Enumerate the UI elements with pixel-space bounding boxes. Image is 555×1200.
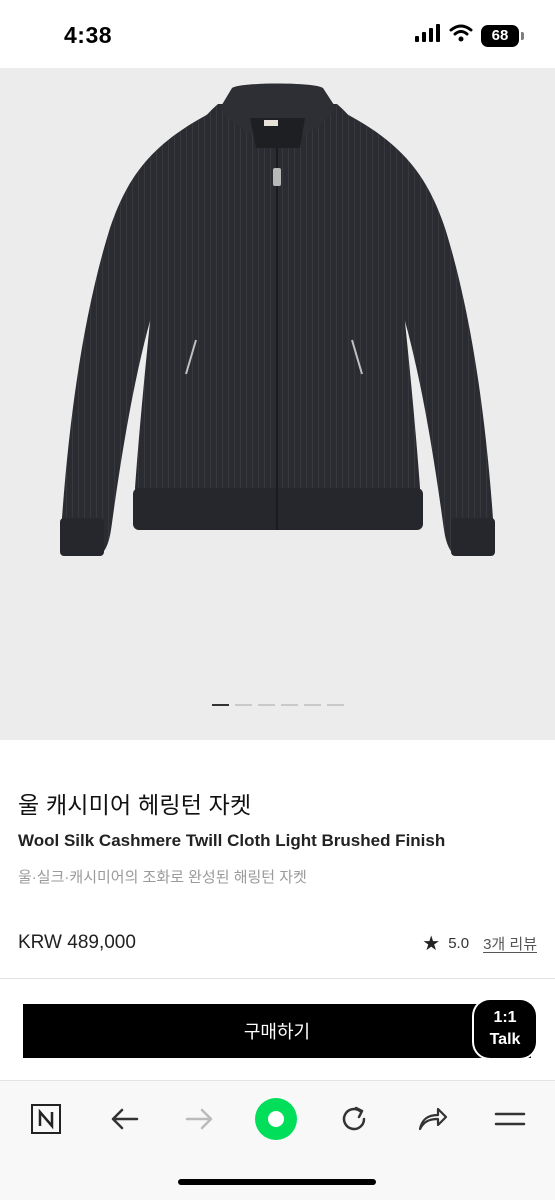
wifi-icon [449, 24, 473, 47]
pagination-dot[interactable] [258, 704, 275, 706]
pagination-dot[interactable] [235, 704, 252, 706]
product-rating: ★ 5.0 3개 리뷰 [422, 931, 537, 956]
product-description: 울·실크·캐시미어의 조화로 완성된 해링턴 자켓 [18, 869, 307, 886]
status-bar: 4:38 68 [0, 0, 555, 68]
battery-icon: 68 [481, 24, 524, 47]
home-indicator[interactable] [178, 1179, 376, 1185]
talk-label-line1: 1:1 [493, 1009, 517, 1026]
product-image-gallery[interactable] [0, 68, 555, 740]
status-icons: 68 [415, 24, 524, 47]
green-dot-icon[interactable] [254, 1097, 298, 1141]
share-icon[interactable] [410, 1097, 454, 1141]
pagination-dot-active[interactable] [212, 704, 229, 706]
divider [0, 978, 555, 979]
star-icon: ★ [422, 933, 441, 955]
menu-icon[interactable] [488, 1097, 532, 1141]
forward-arrow-icon[interactable] [178, 1097, 222, 1141]
battery-level: 68 [491, 27, 509, 44]
back-arrow-icon[interactable] [102, 1097, 146, 1141]
status-time: 4:38 [64, 22, 113, 48]
buy-button[interactable]: 구매하기 [23, 1004, 531, 1058]
pagination-dot[interactable] [281, 704, 298, 706]
rating-value: 5.0 [448, 935, 470, 952]
refresh-icon[interactable] [332, 1097, 376, 1141]
pagination-dot[interactable] [304, 704, 321, 706]
image-pagination [212, 704, 344, 706]
talk-label-line2: Talk [489, 1031, 521, 1048]
review-count-link[interactable]: 3개 리뷰 [483, 933, 537, 954]
product-price: KRW 489,000 [18, 932, 136, 953]
product-title-korean: 울 캐시미어 헤링턴 자켓 [18, 792, 252, 818]
signal-icon [415, 24, 441, 47]
product-title-english: Wool Silk Cashmere Twill Cloth Light Bru… [18, 831, 446, 850]
jacket-image [60, 83, 495, 556]
pagination-dot[interactable] [327, 704, 344, 706]
naver-n-icon[interactable] [24, 1097, 68, 1141]
talk-chat-button[interactable]: 1:1 Talk [474, 1000, 536, 1058]
